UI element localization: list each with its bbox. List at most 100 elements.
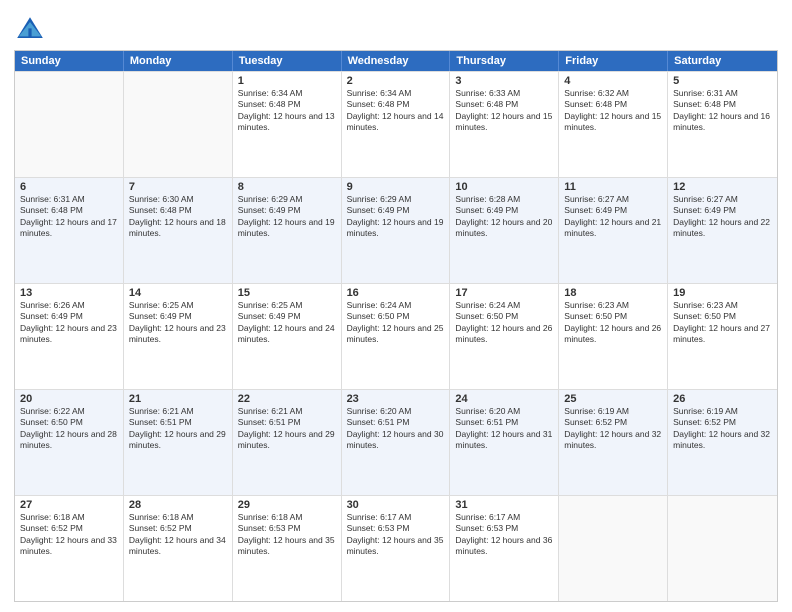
calendar-cell: 22Sunrise: 6:21 AM Sunset: 6:51 PM Dayli…: [233, 390, 342, 495]
calendar-cell: 4Sunrise: 6:32 AM Sunset: 6:48 PM Daylig…: [559, 72, 668, 177]
calendar-cell: 5Sunrise: 6:31 AM Sunset: 6:48 PM Daylig…: [668, 72, 777, 177]
calendar-cell: [559, 496, 668, 601]
day-number: 27: [20, 499, 118, 511]
calendar-week-row: 13Sunrise: 6:26 AM Sunset: 6:49 PM Dayli…: [15, 283, 777, 389]
day-number: 25: [564, 393, 662, 405]
calendar-cell: 15Sunrise: 6:25 AM Sunset: 6:49 PM Dayli…: [233, 284, 342, 389]
day-number: 28: [129, 499, 227, 511]
calendar-cell: 6Sunrise: 6:31 AM Sunset: 6:48 PM Daylig…: [15, 178, 124, 283]
calendar-header-day: Wednesday: [342, 51, 451, 71]
calendar-week-row: 6Sunrise: 6:31 AM Sunset: 6:48 PM Daylig…: [15, 177, 777, 283]
cell-details: Sunrise: 6:26 AM Sunset: 6:49 PM Dayligh…: [20, 300, 118, 346]
day-number: 7: [129, 181, 227, 193]
calendar-week-row: 27Sunrise: 6:18 AM Sunset: 6:52 PM Dayli…: [15, 495, 777, 601]
day-number: 26: [673, 393, 772, 405]
cell-details: Sunrise: 6:23 AM Sunset: 6:50 PM Dayligh…: [564, 300, 662, 346]
calendar-cell: 26Sunrise: 6:19 AM Sunset: 6:52 PM Dayli…: [668, 390, 777, 495]
day-number: 14: [129, 287, 227, 299]
calendar-cell: 12Sunrise: 6:27 AM Sunset: 6:49 PM Dayli…: [668, 178, 777, 283]
calendar-cell: 25Sunrise: 6:19 AM Sunset: 6:52 PM Dayli…: [559, 390, 668, 495]
calendar-header-day: Friday: [559, 51, 668, 71]
calendar-header-day: Tuesday: [233, 51, 342, 71]
day-number: 1: [238, 75, 336, 87]
day-number: 21: [129, 393, 227, 405]
cell-details: Sunrise: 6:23 AM Sunset: 6:50 PM Dayligh…: [673, 300, 772, 346]
day-number: 16: [347, 287, 445, 299]
day-number: 30: [347, 499, 445, 511]
calendar-cell: 10Sunrise: 6:28 AM Sunset: 6:49 PM Dayli…: [450, 178, 559, 283]
cell-details: Sunrise: 6:21 AM Sunset: 6:51 PM Dayligh…: [238, 406, 336, 452]
day-number: 10: [455, 181, 553, 193]
cell-details: Sunrise: 6:27 AM Sunset: 6:49 PM Dayligh…: [564, 194, 662, 240]
cell-details: Sunrise: 6:21 AM Sunset: 6:51 PM Dayligh…: [129, 406, 227, 452]
calendar-header-day: Monday: [124, 51, 233, 71]
day-number: 18: [564, 287, 662, 299]
cell-details: Sunrise: 6:31 AM Sunset: 6:48 PM Dayligh…: [20, 194, 118, 240]
day-number: 24: [455, 393, 553, 405]
cell-details: Sunrise: 6:27 AM Sunset: 6:49 PM Dayligh…: [673, 194, 772, 240]
day-number: 11: [564, 181, 662, 193]
cell-details: Sunrise: 6:20 AM Sunset: 6:51 PM Dayligh…: [455, 406, 553, 452]
day-number: 6: [20, 181, 118, 193]
calendar-body: 1Sunrise: 6:34 AM Sunset: 6:48 PM Daylig…: [15, 71, 777, 601]
calendar-cell: 8Sunrise: 6:29 AM Sunset: 6:49 PM Daylig…: [233, 178, 342, 283]
day-number: 20: [20, 393, 118, 405]
calendar-week-row: 1Sunrise: 6:34 AM Sunset: 6:48 PM Daylig…: [15, 71, 777, 177]
cell-details: Sunrise: 6:34 AM Sunset: 6:48 PM Dayligh…: [238, 88, 336, 134]
calendar-cell: 27Sunrise: 6:18 AM Sunset: 6:52 PM Dayli…: [15, 496, 124, 601]
day-number: 5: [673, 75, 772, 87]
calendar-header-day: Sunday: [15, 51, 124, 71]
header: [14, 10, 778, 46]
calendar-header-day: Saturday: [668, 51, 777, 71]
day-number: 12: [673, 181, 772, 193]
cell-details: Sunrise: 6:17 AM Sunset: 6:53 PM Dayligh…: [455, 512, 553, 558]
page: SundayMondayTuesdayWednesdayThursdayFrid…: [0, 0, 792, 612]
day-number: 19: [673, 287, 772, 299]
calendar-week-row: 20Sunrise: 6:22 AM Sunset: 6:50 PM Dayli…: [15, 389, 777, 495]
calendar-cell: [15, 72, 124, 177]
day-number: 2: [347, 75, 445, 87]
cell-details: Sunrise: 6:19 AM Sunset: 6:52 PM Dayligh…: [673, 406, 772, 452]
cell-details: Sunrise: 6:25 AM Sunset: 6:49 PM Dayligh…: [129, 300, 227, 346]
calendar-header-day: Thursday: [450, 51, 559, 71]
day-number: 4: [564, 75, 662, 87]
day-number: 3: [455, 75, 553, 87]
cell-details: Sunrise: 6:29 AM Sunset: 6:49 PM Dayligh…: [347, 194, 445, 240]
calendar-cell: 13Sunrise: 6:26 AM Sunset: 6:49 PM Dayli…: [15, 284, 124, 389]
cell-details: Sunrise: 6:25 AM Sunset: 6:49 PM Dayligh…: [238, 300, 336, 346]
day-number: 8: [238, 181, 336, 193]
calendar-cell: 20Sunrise: 6:22 AM Sunset: 6:50 PM Dayli…: [15, 390, 124, 495]
cell-details: Sunrise: 6:30 AM Sunset: 6:48 PM Dayligh…: [129, 194, 227, 240]
cell-details: Sunrise: 6:32 AM Sunset: 6:48 PM Dayligh…: [564, 88, 662, 134]
cell-details: Sunrise: 6:33 AM Sunset: 6:48 PM Dayligh…: [455, 88, 553, 134]
calendar: SundayMondayTuesdayWednesdayThursdayFrid…: [14, 50, 778, 602]
calendar-cell: 2Sunrise: 6:34 AM Sunset: 6:48 PM Daylig…: [342, 72, 451, 177]
cell-details: Sunrise: 6:17 AM Sunset: 6:53 PM Dayligh…: [347, 512, 445, 558]
logo: [14, 14, 50, 46]
calendar-cell: 19Sunrise: 6:23 AM Sunset: 6:50 PM Dayli…: [668, 284, 777, 389]
cell-details: Sunrise: 6:19 AM Sunset: 6:52 PM Dayligh…: [564, 406, 662, 452]
cell-details: Sunrise: 6:20 AM Sunset: 6:51 PM Dayligh…: [347, 406, 445, 452]
calendar-cell: 23Sunrise: 6:20 AM Sunset: 6:51 PM Dayli…: [342, 390, 451, 495]
calendar-cell: 18Sunrise: 6:23 AM Sunset: 6:50 PM Dayli…: [559, 284, 668, 389]
cell-details: Sunrise: 6:22 AM Sunset: 6:50 PM Dayligh…: [20, 406, 118, 452]
day-number: 17: [455, 287, 553, 299]
day-number: 9: [347, 181, 445, 193]
calendar-cell: 28Sunrise: 6:18 AM Sunset: 6:52 PM Dayli…: [124, 496, 233, 601]
logo-icon: [14, 14, 46, 46]
calendar-cell: 1Sunrise: 6:34 AM Sunset: 6:48 PM Daylig…: [233, 72, 342, 177]
calendar-cell: 16Sunrise: 6:24 AM Sunset: 6:50 PM Dayli…: [342, 284, 451, 389]
calendar-cell: 30Sunrise: 6:17 AM Sunset: 6:53 PM Dayli…: [342, 496, 451, 601]
calendar-cell: 11Sunrise: 6:27 AM Sunset: 6:49 PM Dayli…: [559, 178, 668, 283]
calendar-cell: 21Sunrise: 6:21 AM Sunset: 6:51 PM Dayli…: [124, 390, 233, 495]
cell-details: Sunrise: 6:28 AM Sunset: 6:49 PM Dayligh…: [455, 194, 553, 240]
cell-details: Sunrise: 6:18 AM Sunset: 6:52 PM Dayligh…: [20, 512, 118, 558]
calendar-cell: 17Sunrise: 6:24 AM Sunset: 6:50 PM Dayli…: [450, 284, 559, 389]
calendar-header: SundayMondayTuesdayWednesdayThursdayFrid…: [15, 51, 777, 71]
cell-details: Sunrise: 6:18 AM Sunset: 6:52 PM Dayligh…: [129, 512, 227, 558]
cell-details: Sunrise: 6:29 AM Sunset: 6:49 PM Dayligh…: [238, 194, 336, 240]
cell-details: Sunrise: 6:31 AM Sunset: 6:48 PM Dayligh…: [673, 88, 772, 134]
day-number: 31: [455, 499, 553, 511]
calendar-cell: 24Sunrise: 6:20 AM Sunset: 6:51 PM Dayli…: [450, 390, 559, 495]
cell-details: Sunrise: 6:34 AM Sunset: 6:48 PM Dayligh…: [347, 88, 445, 134]
